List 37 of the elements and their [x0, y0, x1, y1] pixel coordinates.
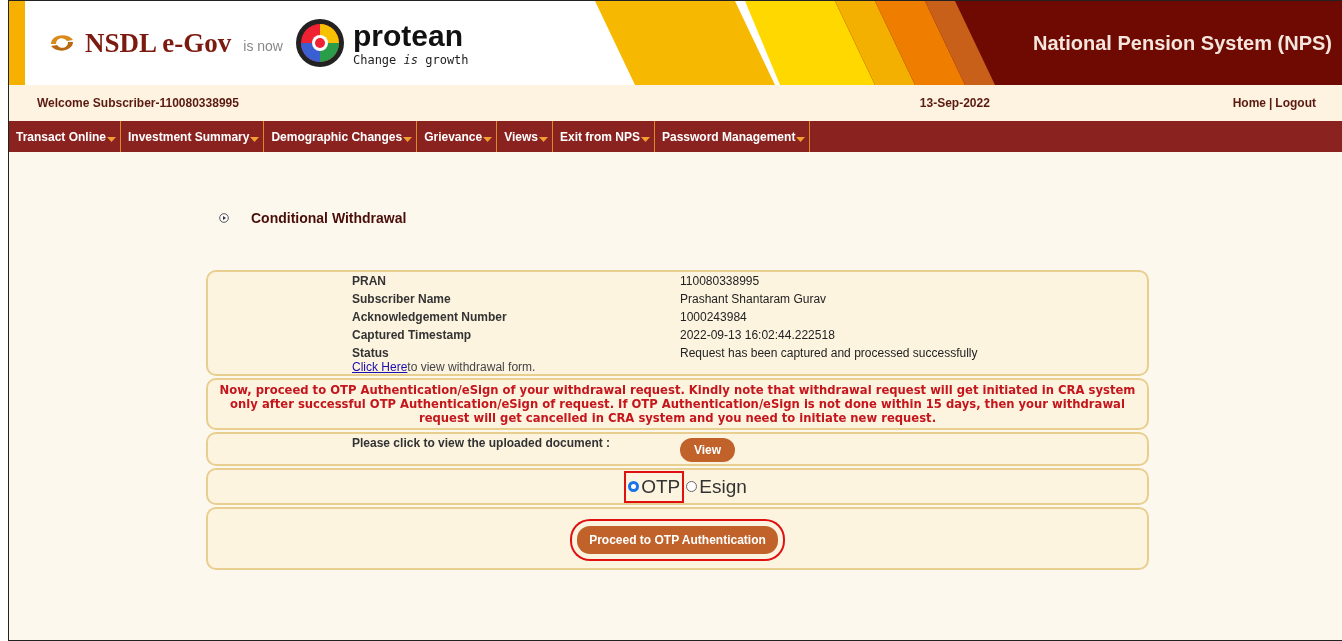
field-label: Captured Timestamp — [352, 328, 473, 342]
field-label: PRAN — [352, 274, 387, 288]
field-value: Prashant Shantaram Gurav — [680, 292, 828, 306]
protean-wordmark: protean — [352, 20, 464, 51]
field-value: 1000243984 — [680, 310, 748, 324]
field-label: Subscriber Name — [352, 292, 452, 306]
radio-option[interactable]: OTP — [626, 472, 683, 501]
field-value: 2022-09-13 16:02:44.222518 — [680, 328, 836, 342]
caret-icon — [403, 136, 413, 143]
link-separator: | — [1269, 96, 1273, 110]
caret-icon — [796, 136, 806, 143]
caret-icon — [107, 136, 117, 143]
top-link[interactable]: Logout — [1275, 96, 1316, 110]
notice-text: Now, proceed to OTP Authentication/eSign of your withdrawal request. Kindly note that withdrawal request will get initiated in CRA system only after successful OTP Authentication/eSign of request. If OTP Authentication/eSign is not done within 15 days, then your withdrawal request will get cancelled in CRA system and you need to initiate new request. — [218, 382, 1137, 427]
page-title: Conditional Withdrawal — [251, 210, 407, 226]
banner-title: National Pension System (NPS) — [1032, 30, 1333, 56]
circle-logo-icon — [294, 18, 345, 68]
is-now-text: is now — [243, 38, 283, 54]
document-label: Please click to view the uploaded document : — [352, 436, 612, 450]
tagline: Change is growth — [352, 53, 469, 66]
view-button[interactable]: View — [680, 438, 736, 462]
field-value: 110080338995 — [680, 274, 761, 288]
bullet-icon — [219, 213, 229, 223]
date-text: 13-Sep-2022 — [918, 96, 991, 110]
welcome-text: Welcome Subscriber-110080338995 — [37, 96, 240, 110]
top-link[interactable]: Home — [1232, 96, 1266, 110]
field-value: Request has been captured and processed successfully — [680, 346, 979, 360]
caret-icon — [539, 136, 548, 143]
caret-icon — [483, 136, 493, 143]
caret-icon — [250, 136, 260, 143]
click-here-link[interactable]: Click Here — [352, 360, 408, 374]
field-label: Status — [352, 346, 390, 360]
field-label: Acknowledgement Number — [352, 310, 508, 324]
radio-option[interactable]: Esign — [684, 472, 749, 501]
brand-name: NSDL e-Gov — [85, 27, 232, 59]
caret-icon — [641, 136, 650, 143]
form-link-text: Click Hereto view withdrawal form. — [352, 360, 536, 374]
